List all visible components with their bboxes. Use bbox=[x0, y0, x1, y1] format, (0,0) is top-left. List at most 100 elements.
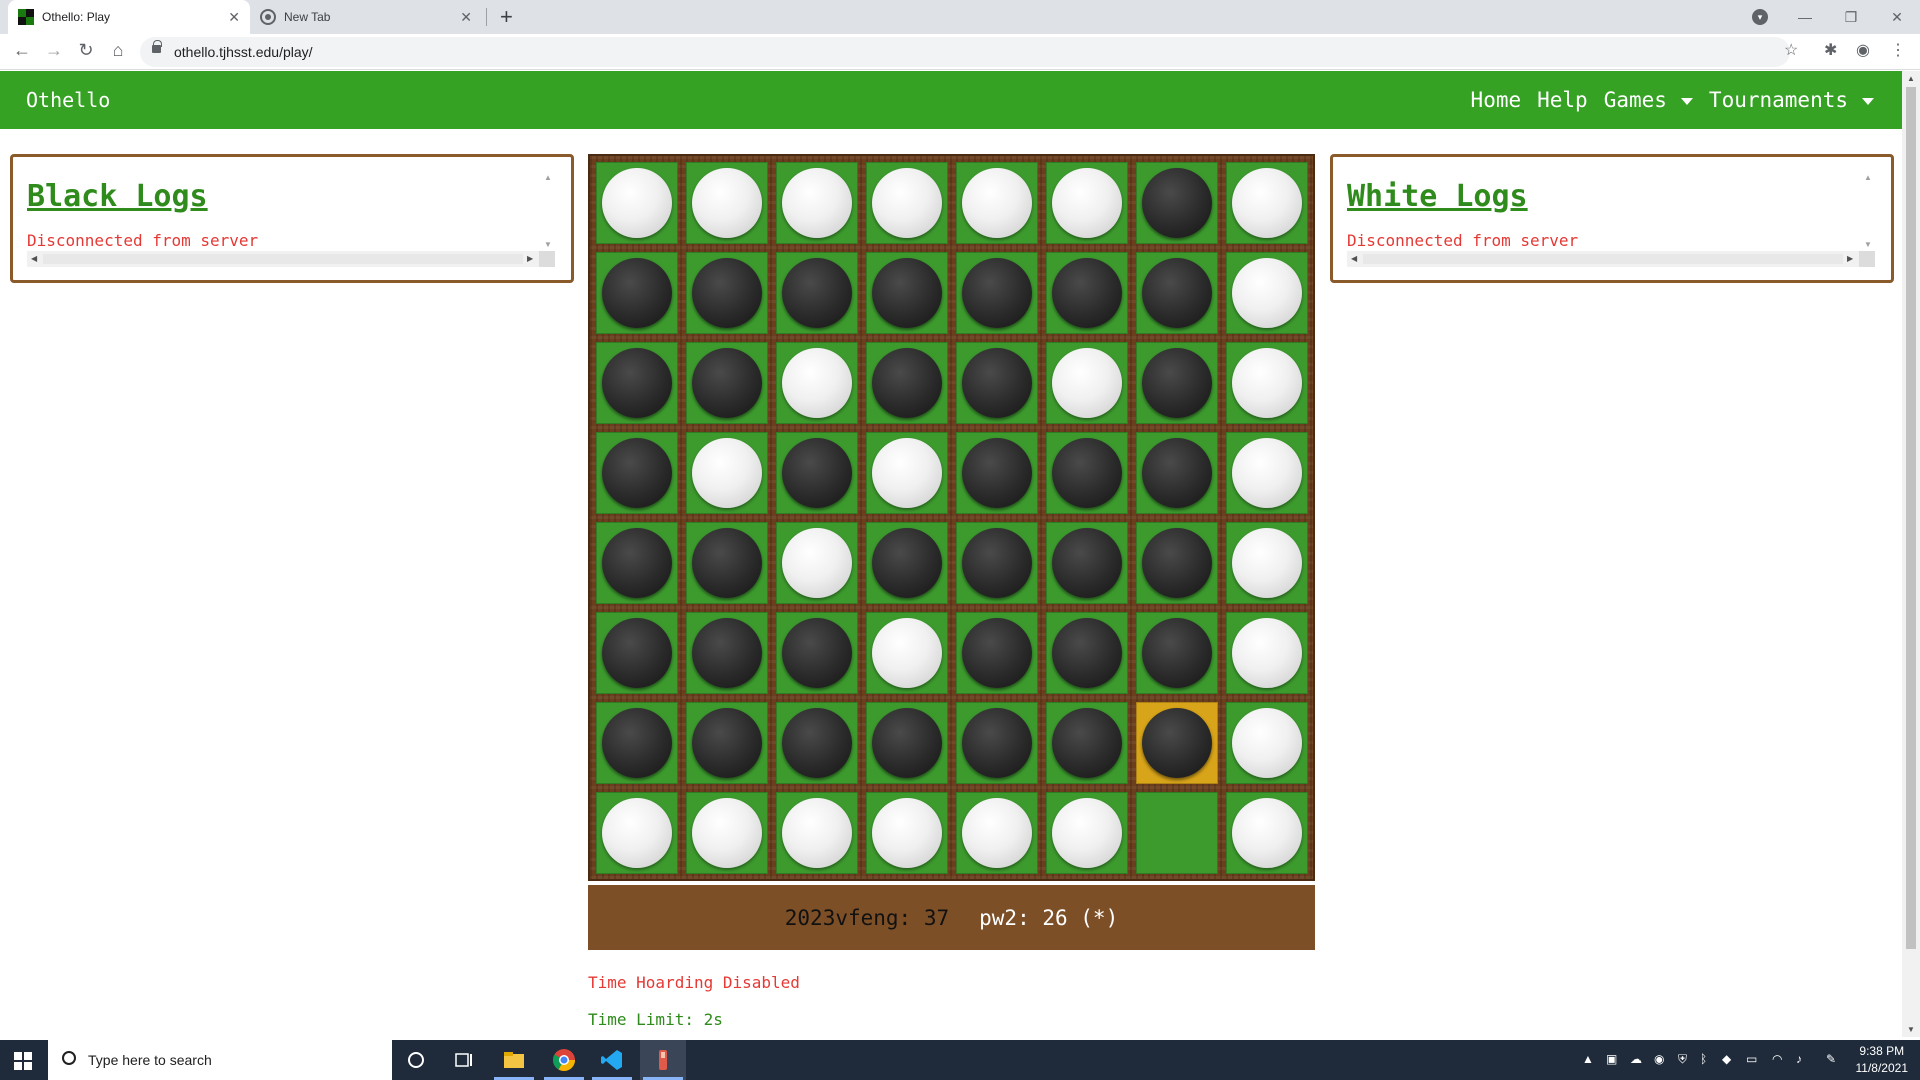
minimize-icon[interactable]: — bbox=[1782, 9, 1828, 25]
wifi-tray-icon[interactable]: ◠ bbox=[1772, 1052, 1782, 1066]
scroll-down-icon[interactable]: ▼ bbox=[1907, 1025, 1915, 1034]
board-cell[interactable] bbox=[1226, 162, 1308, 244]
board-cell[interactable] bbox=[596, 252, 678, 334]
scroll-up-icon[interactable]: ▲ bbox=[544, 173, 552, 182]
home-icon[interactable]: ⌂ bbox=[106, 40, 130, 61]
board-cell[interactable] bbox=[776, 342, 858, 424]
close-tab-icon[interactable]: ✕ bbox=[460, 9, 472, 26]
forward-icon[interactable]: → bbox=[42, 40, 66, 61]
board-cell[interactable] bbox=[956, 342, 1038, 424]
board-cell[interactable] bbox=[1046, 612, 1128, 694]
board-cell[interactable] bbox=[1136, 792, 1218, 874]
board-cell[interactable] bbox=[1136, 612, 1218, 694]
black-logs-title[interactable]: Black Logs bbox=[27, 179, 208, 214]
pen-tray-icon[interactable]: ✎ bbox=[1826, 1052, 1836, 1066]
board-cell[interactable] bbox=[1136, 342, 1218, 424]
board-cell[interactable] bbox=[1136, 432, 1218, 514]
task-view-icon[interactable] bbox=[452, 1048, 476, 1072]
board-cell[interactable] bbox=[956, 252, 1038, 334]
scroll-right-icon[interactable]: ▶ bbox=[1847, 254, 1853, 263]
board-cell[interactable] bbox=[1046, 702, 1128, 784]
board-cell[interactable] bbox=[956, 612, 1038, 694]
close-window-icon[interactable]: ✕ bbox=[1874, 9, 1920, 26]
vscode-icon[interactable] bbox=[600, 1048, 624, 1072]
white-logs-scroll-area[interactable]: White Logs Disconnected from server ▲ ▼ … bbox=[1347, 171, 1875, 267]
board-cell[interactable] bbox=[1226, 252, 1308, 334]
board-cell[interactable] bbox=[596, 432, 678, 514]
board-cell[interactable] bbox=[596, 522, 678, 604]
scroll-up-icon[interactable]: ▲ bbox=[1864, 173, 1872, 182]
board-cell[interactable] bbox=[956, 792, 1038, 874]
board-cell[interactable] bbox=[1046, 162, 1128, 244]
horizontal-scrollbar[interactable]: ◀ ▶ bbox=[27, 251, 555, 267]
horizontal-scrollbar[interactable]: ◀ ▶ bbox=[1347, 251, 1875, 267]
scroll-down-icon[interactable]: ▼ bbox=[544, 240, 552, 249]
nav-home-link[interactable]: Home bbox=[1471, 88, 1522, 112]
board-cell[interactable] bbox=[1226, 792, 1308, 874]
battery-tray-icon[interactable]: ▭ bbox=[1746, 1052, 1757, 1066]
close-tab-icon[interactable]: ✕ bbox=[228, 9, 240, 26]
board-cell[interactable] bbox=[1226, 342, 1308, 424]
scrollbar-thumb[interactable] bbox=[1906, 87, 1916, 949]
scroll-down-icon[interactable]: ▼ bbox=[1864, 240, 1872, 249]
tab-search-icon[interactable]: ▾ bbox=[1752, 9, 1768, 25]
white-logs-title[interactable]: White Logs bbox=[1347, 179, 1528, 214]
profile-avatar-icon[interactable]: ◉ bbox=[1856, 40, 1870, 60]
board-cell[interactable] bbox=[866, 522, 948, 604]
nav-tournaments-dropdown[interactable]: Tournaments bbox=[1709, 88, 1874, 112]
board-cell[interactable] bbox=[776, 432, 858, 514]
board-cell[interactable] bbox=[866, 252, 948, 334]
board-cell[interactable] bbox=[776, 612, 858, 694]
lock-icon[interactable] bbox=[152, 40, 162, 53]
board-cell[interactable] bbox=[596, 792, 678, 874]
board-cell[interactable] bbox=[686, 342, 768, 424]
board-cell[interactable] bbox=[956, 702, 1038, 784]
board-cell[interactable] bbox=[686, 792, 768, 874]
board-cell[interactable] bbox=[866, 342, 948, 424]
reload-icon[interactable]: ↻ bbox=[74, 40, 98, 61]
restore-icon[interactable]: ❐ bbox=[1828, 9, 1874, 26]
board-cell[interactable] bbox=[686, 702, 768, 784]
board-cell[interactable] bbox=[956, 522, 1038, 604]
taskbar-search-box[interactable]: Type here to search bbox=[48, 1040, 392, 1080]
board-cell[interactable] bbox=[1226, 612, 1308, 694]
scroll-left-icon[interactable]: ◀ bbox=[31, 254, 37, 263]
board-cell[interactable] bbox=[686, 612, 768, 694]
board-cell[interactable] bbox=[596, 702, 678, 784]
extensions-icon[interactable]: ✱ bbox=[1824, 40, 1837, 60]
page-scrollbar[interactable]: ▲ ▼ bbox=[1902, 71, 1920, 1037]
board-cell[interactable] bbox=[866, 702, 948, 784]
scrollbar-thumb[interactable] bbox=[1363, 254, 1843, 264]
nav-help-link[interactable]: Help bbox=[1537, 88, 1588, 112]
board-cell[interactable] bbox=[596, 342, 678, 424]
board-cell[interactable] bbox=[866, 792, 948, 874]
google-drive-tray-icon[interactable]: ▲ bbox=[1582, 1052, 1594, 1066]
board-cell[interactable] bbox=[686, 252, 768, 334]
chrome-taskbar-icon[interactable] bbox=[552, 1048, 576, 1072]
board-cell[interactable] bbox=[1046, 522, 1128, 604]
black-logs-scroll-area[interactable]: Black Logs Disconnected from server ▲ ▼ … bbox=[27, 171, 555, 267]
board-cell[interactable] bbox=[1136, 252, 1218, 334]
board-cell[interactable] bbox=[776, 522, 858, 604]
board-cell[interactable] bbox=[776, 162, 858, 244]
board-cell[interactable] bbox=[1226, 432, 1308, 514]
board-cell[interactable] bbox=[1136, 522, 1218, 604]
board-cell[interactable] bbox=[1046, 792, 1128, 874]
board-cell[interactable] bbox=[1046, 342, 1128, 424]
board-cell[interactable] bbox=[1226, 522, 1308, 604]
board-cell[interactable] bbox=[596, 612, 678, 694]
board-cell[interactable] bbox=[1046, 432, 1128, 514]
paint-app-icon[interactable] bbox=[651, 1048, 675, 1072]
scroll-up-icon[interactable]: ▲ bbox=[1907, 74, 1915, 83]
vertical-scrollbar[interactable]: ▲ ▼ bbox=[1859, 171, 1875, 251]
file-explorer-icon[interactable] bbox=[502, 1048, 526, 1072]
address-bar[interactable]: othello.tjhsst.edu/play/ bbox=[140, 37, 1790, 67]
board-cell[interactable] bbox=[866, 612, 948, 694]
vertical-scrollbar[interactable]: ▲ ▼ bbox=[539, 171, 555, 251]
cortana-icon[interactable] bbox=[404, 1048, 428, 1072]
board-cell[interactable] bbox=[596, 162, 678, 244]
board-cell[interactable] bbox=[866, 432, 948, 514]
board-cell[interactable] bbox=[776, 252, 858, 334]
board-cell[interactable] bbox=[686, 162, 768, 244]
board-cell[interactable] bbox=[1046, 252, 1128, 334]
